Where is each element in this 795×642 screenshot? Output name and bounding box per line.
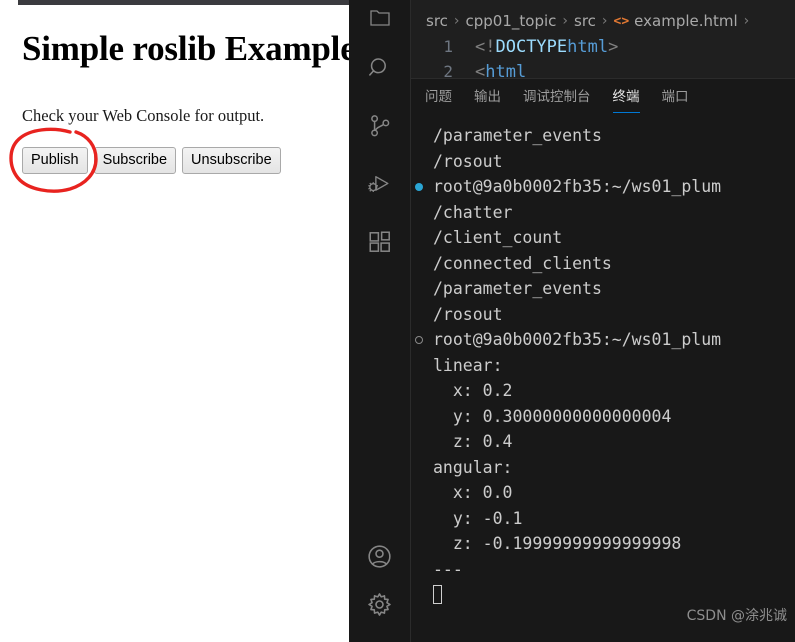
search-icon [367, 55, 393, 81]
code-token-punct: < [475, 61, 486, 79]
terminal-line: z: -0.19999999999999998 [411, 531, 795, 557]
explorer-icon [368, 6, 392, 30]
terminal-line: --- [411, 557, 795, 583]
vscode-window: src › cpp01_topic › src › <> example.html › 1 <! D… [349, 0, 795, 642]
sidebar-item-run-debug[interactable] [349, 160, 411, 208]
command-decoration-icon[interactable] [415, 336, 423, 344]
sidebar-item-account[interactable] [349, 532, 411, 580]
account-icon [366, 543, 393, 570]
terminal-line-text: y: 0.30000000000000004 [433, 406, 672, 426]
code-token-punct: > [608, 36, 619, 57]
publish-button[interactable]: Publish [22, 147, 88, 175]
panel-tab-bar: 问题 输出 调试控制台 终端 端口 [411, 79, 795, 113]
code-line: 2 < html [411, 59, 795, 79]
terminal-line: x: 0.2 [411, 378, 795, 404]
terminal-line-text: /client_count [433, 228, 563, 247]
page-description: Check your Web Console for output. [22, 106, 265, 126]
terminal-line-text: linear: [433, 355, 503, 375]
source-control-icon [367, 113, 393, 139]
subscribe-button[interactable]: Subscribe [93, 147, 177, 175]
watermark: CSDN @涂兆诚 [686, 608, 787, 624]
breadcrumb-item[interactable]: src [426, 12, 448, 30]
sidebar-item-source-control[interactable] [349, 102, 411, 150]
unsubscribe-button[interactable]: Unsubscribe [182, 147, 281, 175]
breadcrumb-separator: › [562, 13, 568, 29]
code-token-tag: html [567, 36, 609, 57]
terminal-line: root@9a0b0002fb35:~/ws01_plum [411, 174, 795, 200]
breadcrumb-item[interactable]: example.html [634, 12, 738, 30]
terminal-cursor [433, 585, 442, 604]
terminal-line-text: angular: [433, 457, 513, 477]
terminal-line-text: /rosout [433, 151, 503, 171]
code-token-tag: html [485, 61, 527, 79]
terminal-line-text: x: 0.0 [433, 483, 513, 502]
sidebar-item-explorer[interactable] [349, 0, 411, 30]
terminal-line: /parameter_events [411, 123, 795, 149]
code-editor[interactable]: 1 <! DOCTYPE html >2 < html [411, 34, 795, 78]
breadcrumb-separator: › [453, 13, 460, 29]
terminal-line: z: 0.4 [411, 429, 795, 455]
tab-ports[interactable]: 端口 [662, 85, 689, 113]
sidebar-item-extensions[interactable] [349, 218, 411, 266]
browser-page-pane: Simple roslib Example Check your Web Con… [0, 0, 349, 642]
sidebar-item-settings[interactable] [349, 580, 411, 628]
terminal-line: /chatter [411, 200, 795, 226]
terminal-line-text: /parameter_events [433, 126, 602, 145]
line-number: 2 [443, 62, 453, 78]
gear-icon [366, 591, 393, 618]
terminal-output[interactable]: /parameter_events/rosout root@9a0b0002fb3… [411, 113, 795, 642]
extensions-icon [367, 229, 393, 255]
terminal-line-text: y: -0.1 [433, 508, 523, 528]
terminal-line-text: x: 0.2 [433, 381, 513, 400]
breadcrumb[interactable]: src › cpp01_topic › src › <> example.html › [411, 8, 795, 34]
terminal-line-text: /connected_clients [433, 253, 612, 273]
code-line: 1 <! DOCTYPE html > [411, 34, 795, 59]
terminal-line: /parameter_events [411, 276, 795, 302]
code-token-punct: <! [475, 36, 496, 57]
tab-terminal[interactable]: 终端 [612, 85, 640, 113]
terminal-line: root@9a0b0002fb35:~/ws01_plum [411, 327, 795, 353]
code-token-doctype: DOCTYPE [495, 36, 568, 57]
terminal-line-text: z: 0.4 [433, 432, 513, 451]
tab-debug-console[interactable]: 调试控制台 [523, 85, 591, 113]
terminal-line: angular: [411, 455, 795, 481]
terminal-line-text: --- [433, 559, 463, 579]
line-number: 1 [443, 37, 453, 56]
terminal-line [411, 582, 795, 608]
breadcrumb-item[interactable]: cpp01_topic [466, 12, 557, 30]
terminal-line: x: 0.0 [411, 480, 795, 506]
page-title: Simple roslib Example [22, 29, 349, 68]
breadcrumb-item[interactable]: src [574, 12, 596, 30]
breadcrumb-separator: › [743, 13, 750, 29]
terminal-line-text: root@9a0b0002fb35:~/ws01_plum [433, 330, 722, 349]
terminal-line-text: root@9a0b0002fb35:~/ws01_plum [433, 177, 722, 196]
activity-bar [349, 0, 411, 642]
terminal-line-text: /parameter_events [433, 279, 602, 298]
sidebar-item-search[interactable] [349, 44, 411, 92]
editor-region: src › cpp01_topic › src › <> example.html › 1 <! D… [411, 0, 795, 642]
terminal-line-text: /chatter [433, 202, 513, 222]
terminal-line: /rosout [411, 302, 795, 328]
terminal-line: linear: [411, 353, 795, 379]
terminal-line: /rosout [411, 149, 795, 175]
html-file-icon: <> [613, 13, 630, 29]
action-button-row: Publish Subscribe Unsubscribe [22, 147, 349, 175]
browser-page-content: Simple roslib Example Check your Web Con… [0, 5, 349, 642]
terminal-line-text: /rosout [433, 304, 503, 324]
breadcrumb-separator: › [601, 13, 608, 29]
terminal-line-text: z: -0.19999999999999998 [433, 534, 682, 553]
bottom-panel: 问题 输出 调试控制台 终端 端口 /parameter_events/rosout ro… [411, 78, 795, 642]
tab-problems[interactable]: 问题 [425, 85, 452, 113]
run-and-debug-icon [366, 171, 393, 198]
terminal-line: y: 0.30000000000000004 [411, 404, 795, 430]
terminal-line: y: -0.1 [411, 506, 795, 532]
terminal-line: /client_count [411, 225, 795, 251]
terminal-line: /connected_clients [411, 251, 795, 277]
command-decoration-icon[interactable] [415, 183, 423, 191]
screenshot-root: Simple roslib Example Check your Web Con… [0, 0, 795, 642]
tab-output[interactable]: 输出 [474, 85, 501, 113]
